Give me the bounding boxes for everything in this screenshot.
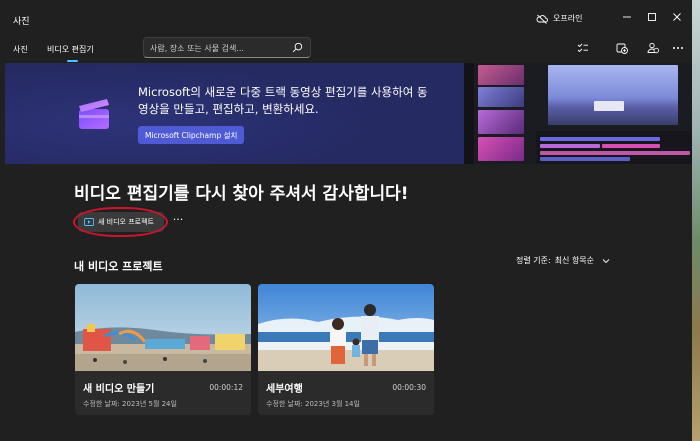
more-options-button[interactable]: ··· bbox=[170, 214, 186, 228]
preview-canvas bbox=[548, 65, 678, 125]
close-button[interactable] bbox=[668, 8, 686, 26]
preview-media-thumb bbox=[478, 110, 524, 134]
preview-media-thumb bbox=[478, 137, 524, 161]
import-icon[interactable] bbox=[616, 42, 628, 54]
minimize-icon bbox=[623, 16, 631, 18]
select-icon[interactable] bbox=[577, 42, 589, 54]
offline-label: 오프라인 bbox=[553, 14, 583, 23]
project-duration: 00:00:12 bbox=[209, 383, 243, 392]
sort-label: 정렬 기준: bbox=[516, 256, 551, 265]
sort-dropdown[interactable]: 정렬 기준: 최신 항목순 bbox=[516, 255, 610, 266]
search-box[interactable] bbox=[143, 37, 311, 58]
project-card[interactable]: 새 비디오 만들기 00:00:12 수정한 날짜: 2023년 5월 24일 bbox=[75, 284, 251, 415]
offline-icon bbox=[536, 14, 548, 24]
project-title: 세부여행 bbox=[266, 384, 303, 395]
preview-media-thumb bbox=[478, 65, 524, 85]
project-title: 새 비디오 만들기 bbox=[83, 384, 155, 395]
page-title: 비디오 편집기를 다시 찾아 주셔서 감사합니다! bbox=[74, 184, 409, 204]
annotation-circle bbox=[73, 207, 168, 237]
tab-photos[interactable]: 사진 bbox=[13, 44, 28, 55]
active-tab-indicator bbox=[67, 60, 78, 62]
waterpark-thumbnail-image bbox=[75, 284, 251, 371]
sort-value: 최신 항목순 bbox=[554, 256, 595, 265]
offline-status[interactable]: 오프라인 bbox=[536, 13, 582, 24]
project-duration: 00:00:30 bbox=[392, 383, 426, 392]
clipchamp-logo-icon bbox=[79, 99, 109, 129]
search-icon[interactable] bbox=[292, 42, 303, 53]
chevron-down-icon bbox=[602, 258, 610, 263]
beach-family-thumbnail-image bbox=[258, 284, 434, 371]
section-title: 내 비디오 프로젝트 bbox=[74, 260, 163, 273]
project-thumbnail bbox=[75, 284, 251, 371]
more-icon[interactable] bbox=[672, 42, 684, 54]
preview-media-thumb bbox=[478, 87, 524, 107]
preview-timeline bbox=[536, 131, 692, 164]
preview-rail bbox=[464, 63, 474, 164]
app-title: 사진 bbox=[13, 17, 30, 27]
title-bar: 사진 오프라인 bbox=[0, 0, 692, 36]
banner-text: Microsoft의 새로운 다중 트랙 동영상 편집기를 사용하여 동영상을 … bbox=[138, 85, 428, 116]
tab-video-editor[interactable]: 비디오 편집기 bbox=[47, 44, 94, 55]
search-input[interactable] bbox=[150, 41, 290, 55]
project-modified-date: 수정한 날짜: 2023년 3월 14일 bbox=[266, 400, 360, 408]
maximize-button[interactable] bbox=[643, 8, 661, 26]
minimize-button[interactable] bbox=[618, 8, 636, 26]
people-icon[interactable] bbox=[647, 42, 659, 54]
photos-window: 사진 오프라인 사진 비디오 편집기 사람, 장소 또는 사물 검색... Mi… bbox=[0, 0, 692, 441]
preview-car bbox=[594, 101, 624, 111]
clipchamp-editor-preview bbox=[464, 63, 692, 164]
install-clipchamp-button[interactable]: Microsoft Clipchamp 설치 bbox=[138, 126, 245, 144]
project-card[interactable]: 세부여행 00:00:30 수정한 날짜: 2023년 3월 14일 bbox=[258, 284, 434, 415]
maximize-icon bbox=[648, 13, 656, 21]
desktop-background bbox=[692, 0, 700, 441]
project-modified-date: 수정한 날짜: 2023년 5월 24일 bbox=[83, 400, 177, 408]
project-thumbnail bbox=[258, 284, 434, 371]
close-icon bbox=[673, 13, 681, 21]
